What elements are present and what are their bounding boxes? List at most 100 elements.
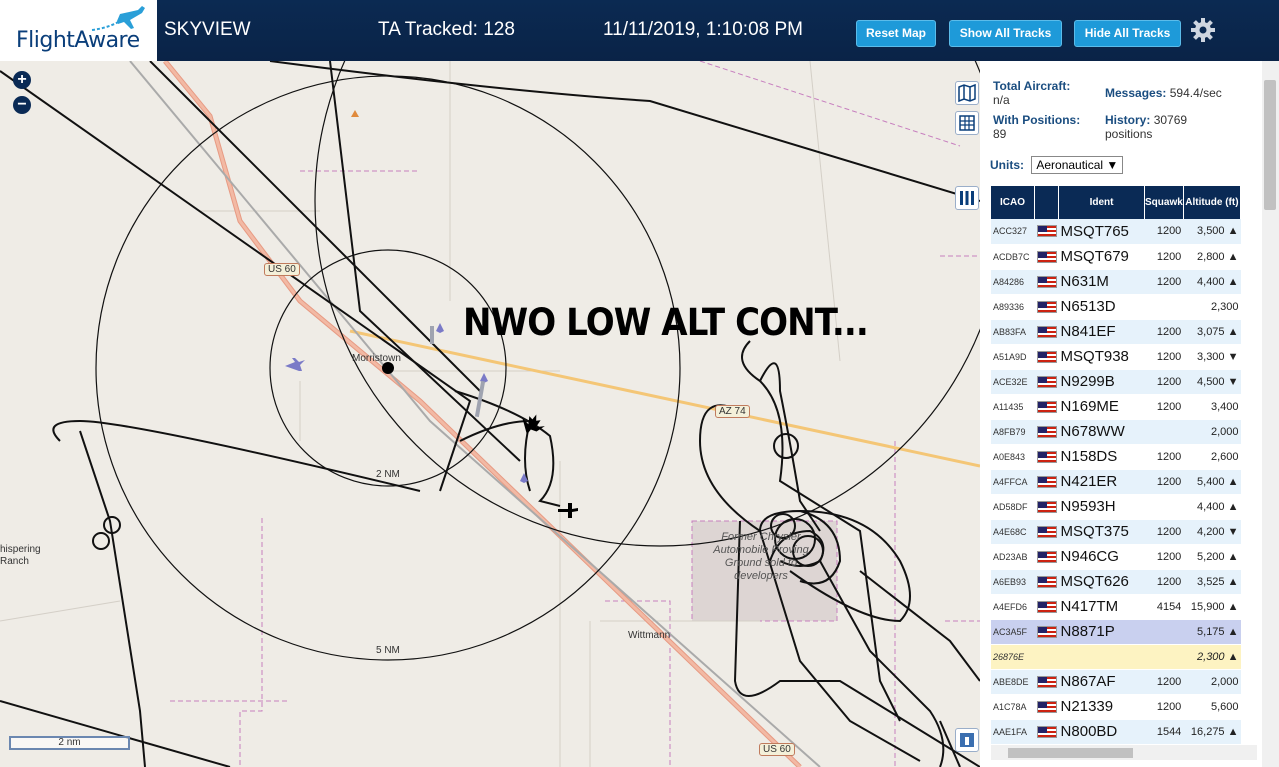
table-row[interactable]: AB83FA N841EF 1200 3,075 ▲ <box>991 319 1241 345</box>
flag-cell <box>1034 244 1059 270</box>
flag-cell <box>1034 544 1059 570</box>
table-row[interactable]: AAE1FA N800BD 1544 16,275 ▲ <box>991 719 1241 745</box>
table-row[interactable]: A84286 N631M 1200 4,400 ▲ <box>991 269 1241 295</box>
hide-all-tracks-button[interactable]: Hide All Tracks <box>1074 20 1181 47</box>
map-view[interactable]: + − NWO LOW ALT CONT... Morristown Wittm… <box>0 61 980 767</box>
icao-cell: A89336 <box>991 294 1035 320</box>
ident-cell: MSQT765 <box>1058 219 1145 245</box>
ident-cell: N21339 <box>1058 694 1145 720</box>
icao-cell: AB83FA <box>991 319 1035 345</box>
table-row[interactable]: A8FB79 N678WW 2,000 <box>991 419 1241 445</box>
altitude-cell: 2,300 <box>1183 294 1241 320</box>
flightaware-logo[interactable]: FlightAware <box>0 0 157 61</box>
us-flag-icon <box>1036 400 1057 413</box>
ident-cell: N421ER <box>1058 469 1145 495</box>
table-row[interactable]: A4E68C MSQT375 1200 4,200 ▼ <box>991 519 1241 545</box>
flag-cell <box>1034 444 1059 470</box>
us-flag-icon <box>1036 250 1057 263</box>
table-row[interactable]: ACC327 MSQT765 1200 3,500 ▲ <box>991 219 1241 245</box>
column-header-squawk[interactable]: Squawk <box>1144 186 1184 219</box>
icao-cell: AAE1FA <box>991 719 1035 745</box>
squawk-cell: 1200 <box>1144 469 1184 495</box>
ident-cell: MSQT375 <box>1058 519 1145 545</box>
table-row[interactable]: ABE8DE N867AF 1200 2,000 <box>991 669 1241 695</box>
icao-cell: A8FB79 <box>991 419 1035 445</box>
total-aircraft-stat: Total Aircraft: n/a <box>993 79 1070 107</box>
icao-cell: A4FFCA <box>991 469 1035 495</box>
table-row[interactable]: A4FFCA N421ER 1200 5,400 ▲ <box>991 469 1241 495</box>
squawk-cell: 1200 <box>1144 344 1184 370</box>
units-select[interactable]: Aeronautical ▼ <box>1031 156 1124 174</box>
show-all-tracks-button[interactable]: Show All Tracks <box>949 20 1062 47</box>
messages-stat: Messages: 594.4/sec <box>1105 86 1222 100</box>
altitude-cell: 5,200 ▲ <box>1183 544 1241 570</box>
map-layers-icon[interactable] <box>955 81 979 105</box>
altitude-cell: 2,000 <box>1183 669 1241 695</box>
table-row[interactable]: AC3A5F N8871P 5,175 ▲ <box>991 619 1241 645</box>
table-row[interactable]: ACE32E N9299B 1200 4,500 ▼ <box>991 369 1241 395</box>
reset-map-button[interactable]: Reset Map <box>856 20 936 47</box>
track-label-overlay: NWO LOW ALT CONT... <box>463 301 869 344</box>
icao-cell: A84286 <box>991 269 1035 295</box>
squawk-cell: 1200 <box>1144 694 1184 720</box>
altitude-cell: 3,075 ▲ <box>1183 319 1241 345</box>
squawk-cell: 1200 <box>1144 219 1184 245</box>
horizontal-scrollbar-thumb[interactable] <box>1008 748 1133 758</box>
squawk-cell: 1200 <box>1144 544 1184 570</box>
flag-cell <box>1034 719 1059 745</box>
flag-cell <box>1034 319 1059 345</box>
table-row[interactable]: A11435 N169ME 1200 3,400 <box>991 394 1241 420</box>
flag-cell <box>1034 494 1059 520</box>
column-header-flag[interactable] <box>1034 186 1060 219</box>
scrollbar-thumb[interactable] <box>1264 80 1276 210</box>
column-header-ident[interactable]: Ident <box>1058 186 1146 219</box>
grid-icon[interactable] <box>955 111 979 135</box>
table-row[interactable]: A4EFD6 N417TM 4154 15,900 ▲ <box>991 594 1241 620</box>
map-scale-bar: 2 nm <box>9 736 130 750</box>
zoom-out-button[interactable]: − <box>13 96 31 114</box>
zoom-in-button[interactable]: + <box>13 71 31 89</box>
table-header-row: ICAO Ident Squawk Altitude (ft) <box>991 186 1242 219</box>
table-row[interactable]: ACDB7C MSQT679 1200 2,800 ▲ <box>991 244 1241 270</box>
skyview-app: FlightAware SKYVIEW TA Tracked: 128 11/1… <box>0 0 1279 767</box>
icao-cell: A6EB93 <box>991 569 1035 595</box>
flag-cell <box>1034 419 1059 445</box>
us-flag-icon <box>1036 450 1057 463</box>
column-header-altitude[interactable]: Altitude (ft) <box>1183 186 1242 219</box>
us-flag-icon <box>1036 325 1057 338</box>
table-row[interactable]: AD23AB N946CG 1200 5,200 ▲ <box>991 544 1241 570</box>
ident-cell: MSQT679 <box>1058 244 1145 270</box>
gear-icon[interactable] <box>1190 17 1216 43</box>
table-row[interactable]: A0E843 N158DS 1200 2,600 <box>991 444 1241 470</box>
altitude-cell: 5,175 ▲ <box>1183 619 1241 645</box>
icao-cell: ACE32E <box>991 369 1035 395</box>
highway-shield: US 60 <box>759 743 795 756</box>
icao-cell: ACC327 <box>991 219 1035 245</box>
altitude-cell: 2,800 ▲ <box>1183 244 1241 270</box>
aircraft-table: ICAO Ident Squawk Altitude (ft) ACC327 MS… <box>991 186 1242 745</box>
squawk-cell <box>1144 619 1184 645</box>
table-row[interactable]: 26876E 2,300 ▲ <box>991 644 1241 670</box>
positions-value: 89 <box>993 127 1007 141</box>
altitude-cell: 3,525 ▲ <box>1183 569 1241 595</box>
squawk-cell <box>1144 294 1184 320</box>
us-flag-icon <box>1036 575 1057 588</box>
table-row[interactable]: A89336 N6513D 2,300 <box>991 294 1241 320</box>
columns-icon[interactable] <box>955 186 979 210</box>
logo-text: FlightAware <box>16 28 140 53</box>
range-ring-label: 5 NM <box>376 645 400 656</box>
table-row[interactable]: A1C78A N21339 1200 5,600 <box>991 694 1241 720</box>
header-bar: FlightAware SKYVIEW TA Tracked: 128 11/1… <box>0 0 1279 61</box>
table-row[interactable]: AD58DF N9593H 4,400 ▲ <box>991 494 1241 520</box>
squawk-cell <box>1144 494 1184 520</box>
table-row[interactable]: A51A9D MSQT938 1200 3,300 ▼ <box>991 344 1241 370</box>
squawk-cell: 1200 <box>1144 669 1184 695</box>
table-row[interactable]: A6EB93 MSQT626 1200 3,525 ▲ <box>991 569 1241 595</box>
history-label: History: <box>1105 113 1151 127</box>
flag-cell <box>1034 569 1059 595</box>
column-header-icao[interactable]: ICAO <box>991 186 1036 219</box>
squawk-cell: 1200 <box>1144 394 1184 420</box>
us-flag-icon <box>1036 700 1057 713</box>
flag-cell <box>1034 469 1059 495</box>
info-panel-icon[interactable] <box>955 728 979 752</box>
